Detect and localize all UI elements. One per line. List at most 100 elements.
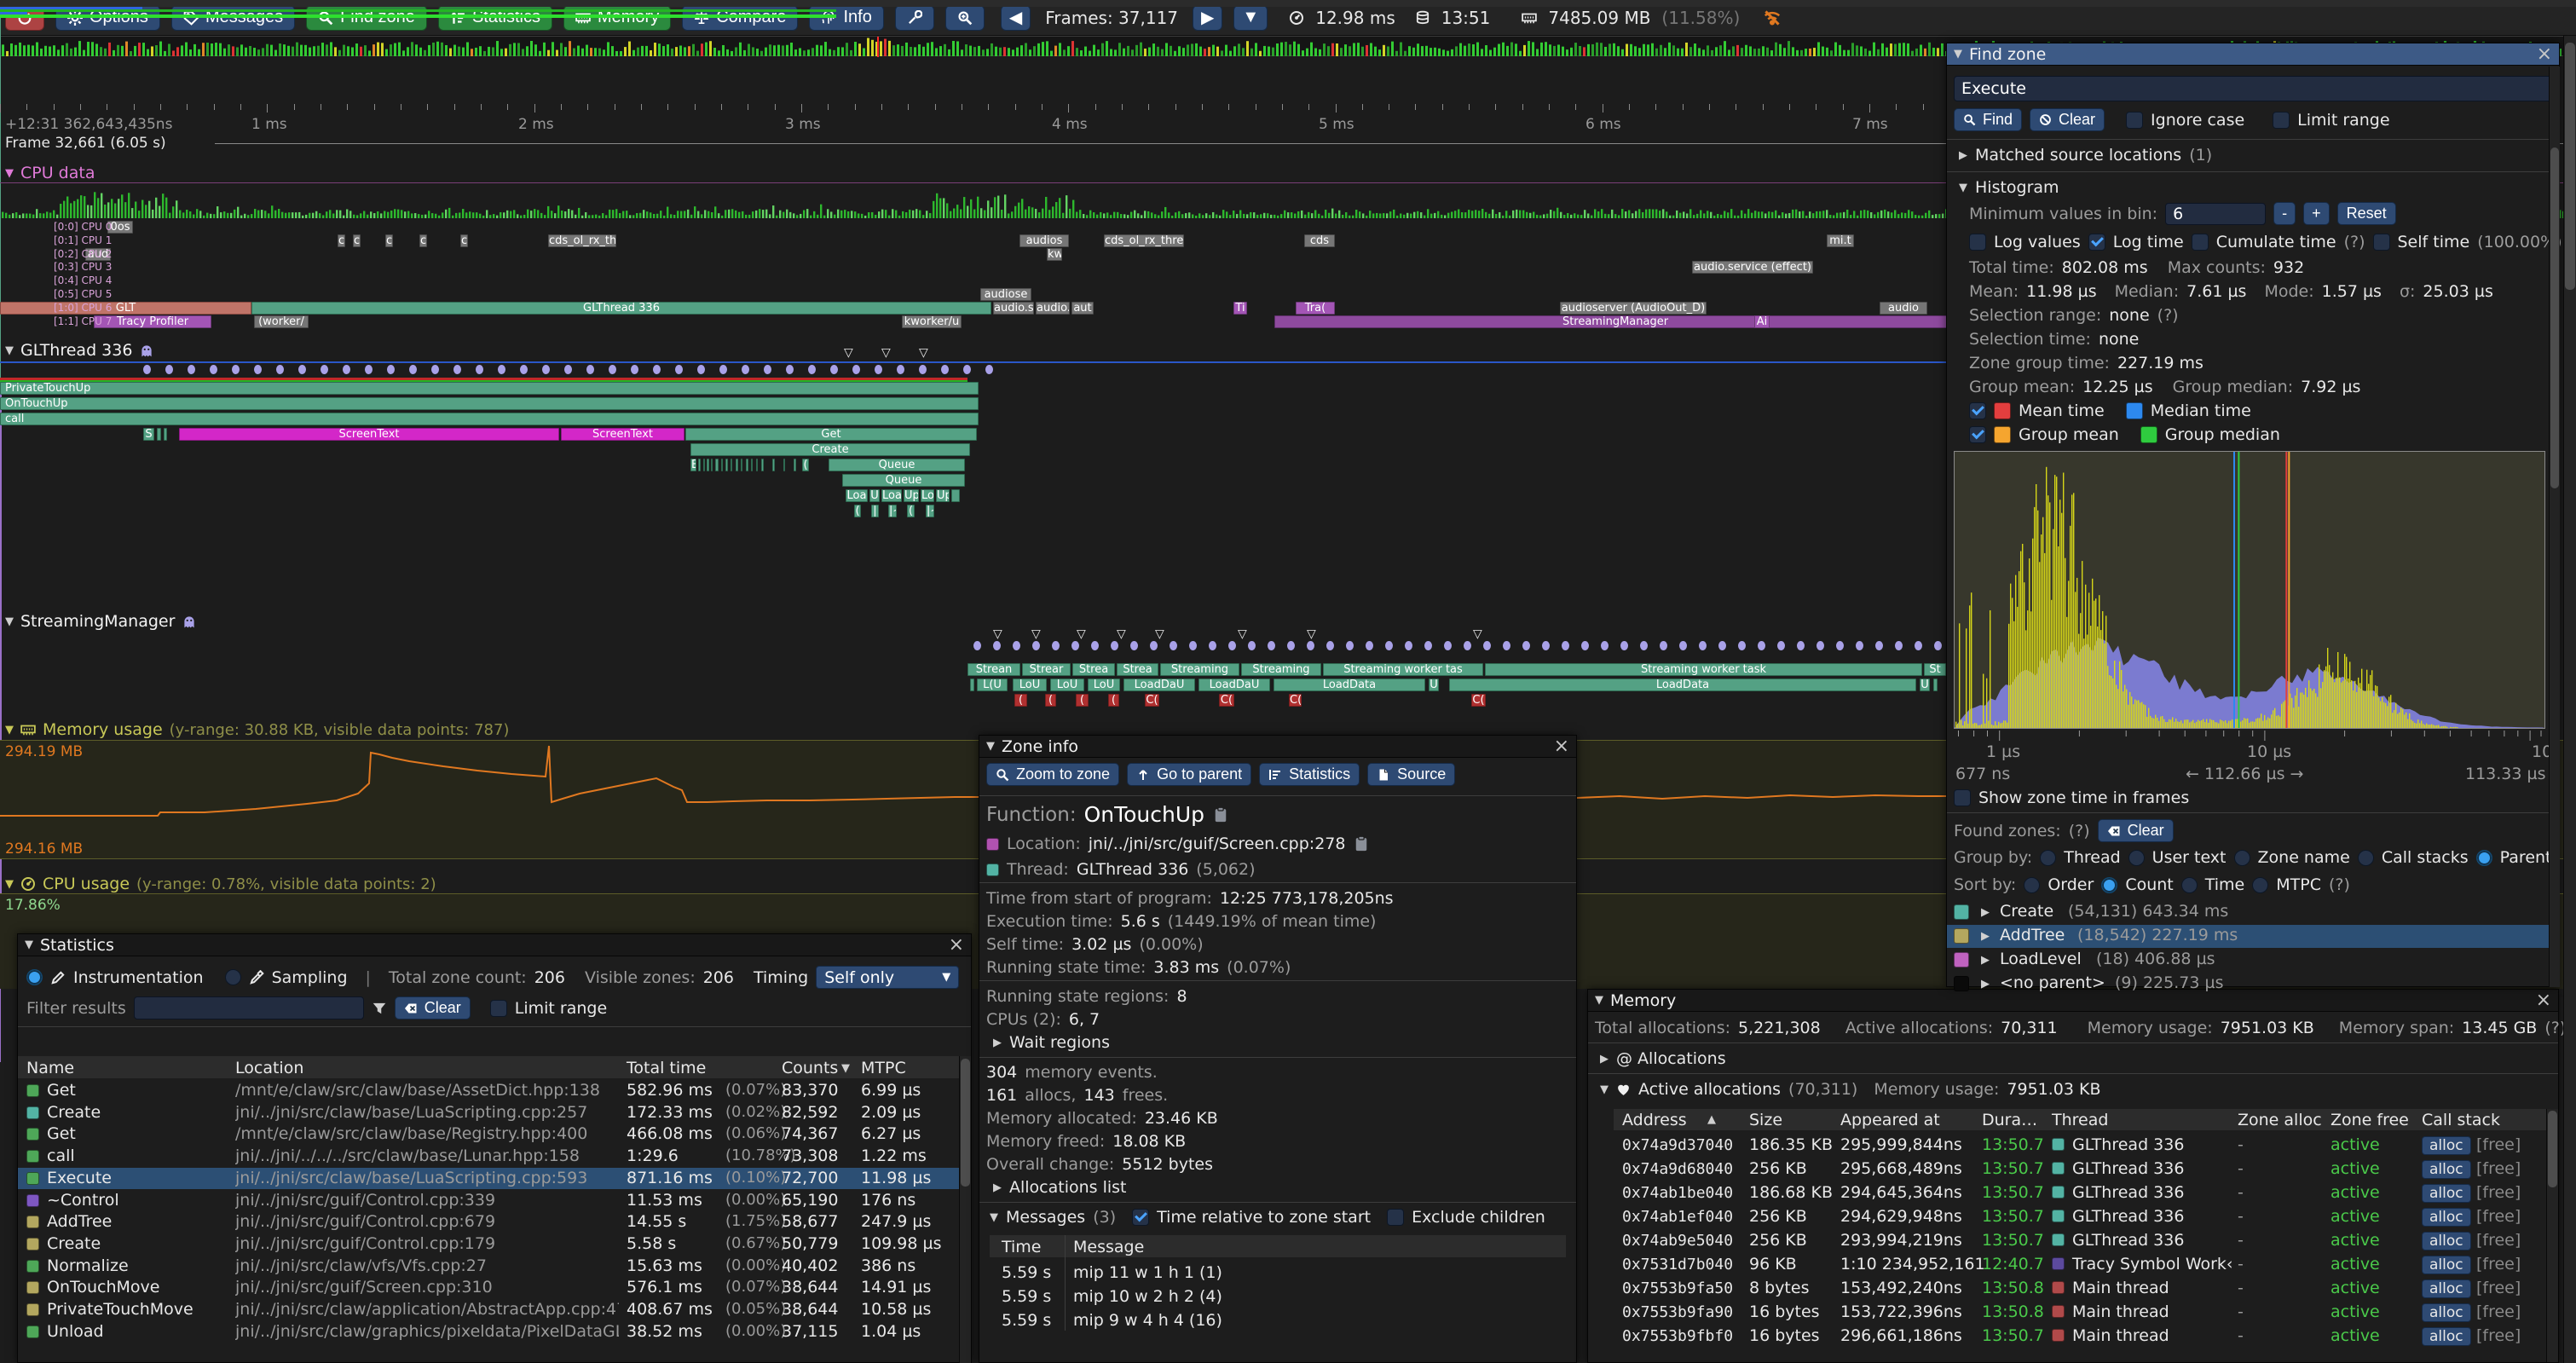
message-marker-icon[interactable]: ▽ bbox=[919, 346, 928, 360]
filter-input[interactable] bbox=[134, 996, 364, 1019]
timeline-zone[interactable]: (worker/ bbox=[254, 315, 309, 328]
col-thread[interactable]: Thread bbox=[2052, 1111, 2108, 1129]
close-icon[interactable]: × bbox=[949, 936, 964, 955]
timeline-zone[interactable]: U bbox=[1429, 679, 1439, 691]
timeline-zone[interactable] bbox=[761, 459, 764, 471]
found-zone-row[interactable]: ▶<no parent>(9) 225.73 µs bbox=[1947, 973, 2549, 996]
timeline-zone[interactable]: call bbox=[0, 413, 979, 425]
allocation-row[interactable]: 0x74a9d68040256 KB295,668,489ns13:50.7GL… bbox=[1614, 1158, 2546, 1181]
timeline-zone[interactable]: ( bbox=[1108, 694, 1119, 707]
message-row[interactable]: 5.59 smip 10 w 2 h 2 (4) bbox=[990, 1286, 1566, 1309]
timeline-zone[interactable]: Ai bbox=[1754, 315, 1770, 328]
col-duration[interactable]: Dura… bbox=[1982, 1111, 2037, 1129]
timeline-zone[interactable]: C( bbox=[1471, 694, 1486, 707]
timeline-zone[interactable]: Create bbox=[690, 443, 970, 456]
increment-button[interactable]: + bbox=[2303, 202, 2330, 225]
statistics-row[interactable]: Normalizejni/../jni/src/claw/vfs/Vfs.cpp… bbox=[18, 1256, 959, 1277]
allocation-row[interactable]: 0x7553b9fa508 bytes153,492,240ns13:50.8M… bbox=[1614, 1278, 2546, 1301]
timeline-zone[interactable]: audio.se bbox=[993, 302, 1034, 315]
active-allocations-expander[interactable]: ▼ Active allocations (70,311) Memory usa… bbox=[1600, 1080, 2101, 1099]
col-total-time[interactable]: Total time bbox=[627, 1059, 706, 1077]
group-by-radio-zone-name[interactable] bbox=[2234, 850, 2250, 866]
timeline-zone[interactable] bbox=[794, 459, 796, 471]
alloc-callstack-button[interactable]: alloc bbox=[2422, 1327, 2471, 1346]
message-marker-icon[interactable]: ▽ bbox=[1473, 627, 1482, 641]
timeline-zone[interactable] bbox=[157, 428, 161, 441]
timeline-zone[interactable]: LoU bbox=[1013, 679, 1047, 691]
timeline-zone[interactable] bbox=[736, 459, 738, 471]
allocation-row[interactable]: 0x74ab1ef040256 KB294,629,948ns13:50.7GL… bbox=[1614, 1206, 2546, 1229]
clear-button[interactable]: Clear bbox=[2030, 108, 2105, 131]
timeline-zone[interactable] bbox=[721, 459, 723, 471]
timeline-zone[interactable]: C( bbox=[1289, 694, 1302, 707]
group-by-radio-call-stacks[interactable] bbox=[2358, 850, 2374, 866]
copy-icon[interactable] bbox=[1353, 835, 1370, 852]
timeline-zone[interactable]: Get bbox=[685, 428, 977, 441]
allocation-row[interactable]: 0x74ab9e5040256 KB293,994,219ns13:50.7GL… bbox=[1614, 1230, 2546, 1253]
ignore-case-checkbox[interactable] bbox=[2126, 112, 2143, 129]
find-zone-search-input[interactable]: Execute bbox=[1954, 76, 2552, 101]
timeline-zone[interactable]: ScreenText bbox=[561, 428, 684, 441]
message-row[interactable]: 5.59 smip 9 w 4 h 4 (16) bbox=[990, 1310, 1566, 1333]
reset-button[interactable]: Reset bbox=[2337, 202, 2396, 225]
timeline-zone[interactable]: cds_ol_rx_threa bbox=[1104, 234, 1184, 247]
mean-median-checkbox[interactable] bbox=[1969, 402, 1986, 419]
frame-info[interactable]: Frame 32,661 (6.05 s) bbox=[5, 135, 166, 152]
timeline-zone[interactable]: E bbox=[690, 459, 696, 471]
col-size[interactable]: Size bbox=[1749, 1111, 1782, 1129]
close-icon[interactable]: × bbox=[2537, 45, 2552, 64]
timeline-zone[interactable]: mi.t bbox=[1827, 234, 1854, 247]
timeline-zone[interactable]: OnTouchUp bbox=[0, 397, 979, 410]
alloc-callstack-button[interactable]: alloc bbox=[2422, 1160, 2471, 1179]
col-zone-free[interactable]: Zone free bbox=[2331, 1111, 2409, 1129]
go-to-parent-button[interactable]: Go to parent bbox=[1127, 763, 1251, 786]
timeline-zone[interactable]: c bbox=[385, 234, 393, 247]
timeline-zone[interactable]: audiose bbox=[980, 288, 1031, 301]
funnel-icon[interactable] bbox=[372, 1001, 387, 1016]
col-address[interactable]: Address bbox=[1622, 1111, 1687, 1129]
allocation-row[interactable]: 0x7553b9fbf016 bytes296,661,186ns13:50.7… bbox=[1614, 1325, 2546, 1349]
message-marker-icon[interactable]: ▽ bbox=[881, 346, 891, 360]
memory-usage-header[interactable]: ▼ Memory usage (y-range: 30.88 KB, visib… bbox=[5, 720, 509, 739]
sort-by-radio-mtpc[interactable] bbox=[2252, 877, 2268, 893]
statistics-row[interactable]: Unloadjni/../jni/src/claw/graphics/pixel… bbox=[18, 1321, 959, 1343]
streamingmanager-header[interactable]: ▼ StreamingManager bbox=[5, 612, 197, 631]
exclude-children-checkbox[interactable] bbox=[1387, 1209, 1404, 1226]
timeline-zone[interactable]: Up bbox=[936, 489, 950, 502]
timeline-zone[interactable]: ScreenText bbox=[179, 428, 559, 441]
timeline-zone[interactable]: ( bbox=[1076, 694, 1089, 707]
timeline-zone[interactable]: Up bbox=[904, 489, 919, 502]
help-icon[interactable]: (?) bbox=[2157, 306, 2179, 325]
ghost-icon[interactable] bbox=[139, 343, 154, 358]
sort-by-radio-count[interactable] bbox=[2101, 877, 2117, 893]
alloc-callstack-button[interactable]: alloc bbox=[2422, 1256, 2471, 1274]
timeline-zone[interactable] bbox=[746, 459, 748, 471]
timeline-zone[interactable]: LoadDaU bbox=[1123, 679, 1195, 691]
close-icon[interactable]: × bbox=[1554, 737, 1569, 756]
sort-by-radio-order[interactable] bbox=[2024, 877, 2040, 893]
timeline-zone[interactable]: ( bbox=[802, 459, 809, 471]
timeline-zone[interactable] bbox=[756, 459, 758, 471]
statistics-scrollbar[interactable] bbox=[959, 1056, 971, 1363]
clear-filter-button[interactable]: Clear bbox=[395, 996, 471, 1019]
copy-icon[interactable] bbox=[1212, 806, 1229, 823]
timeline-zone[interactable]: GLThread 336 bbox=[251, 302, 991, 315]
self-time-checkbox[interactable] bbox=[2373, 234, 2390, 251]
found-zone-row[interactable]: ▶Create(54,131) 643.34 ms bbox=[1947, 901, 2549, 924]
limit-range-checkbox[interactable] bbox=[490, 1000, 507, 1017]
col-message[interactable]: Message bbox=[1073, 1238, 1144, 1256]
group-by-radio-thread[interactable] bbox=[2040, 850, 2056, 866]
zoom-to-zone-button[interactable]: Zoom to zone bbox=[986, 763, 1119, 786]
timeline-zone[interactable]: LoadDaU bbox=[1198, 679, 1270, 691]
timeline-zone[interactable]: Ti bbox=[1233, 302, 1247, 315]
timeline-zone[interactable] bbox=[711, 459, 713, 471]
alloc-callstack-button[interactable]: alloc bbox=[2422, 1136, 2471, 1155]
timeline-zone[interactable]: kworker/u bbox=[902, 315, 962, 328]
matched-locations-expander[interactable]: ▶ Matched source locations (1) bbox=[1959, 146, 2212, 165]
timeline-zone[interactable]: C( bbox=[1219, 694, 1234, 707]
timeline-zone[interactable] bbox=[703, 459, 705, 471]
histogram-frame[interactable] bbox=[1954, 451, 2545, 729]
message-marker-icon[interactable]: ▽ bbox=[1031, 627, 1041, 641]
cpu-usage-header[interactable]: ▼ CPU usage (y-range: 0.78%, visible dat… bbox=[5, 875, 436, 893]
timeline-zone[interactable]: aut bbox=[1071, 302, 1094, 315]
